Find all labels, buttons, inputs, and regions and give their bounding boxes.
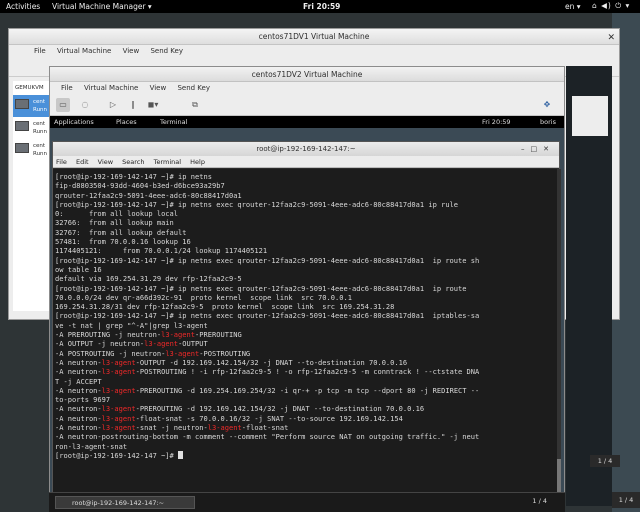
terminal-scrollbar[interactable] [557, 169, 561, 509]
menu-virtual-machine[interactable]: Virtual Machine [57, 47, 111, 55]
vm-window-1-menubar: File Virtual Machine View Send Key [9, 45, 619, 57]
monitor-icon [15, 99, 29, 109]
menu-terminal[interactable]: Terminal [154, 158, 181, 166]
terminal-line: 32767: from all lookup default [55, 227, 187, 237]
screenshot-icon[interactable]: ⧉ [188, 98, 202, 112]
vm-window-2-menubar: File Virtual Machine View Send Key [50, 82, 564, 94]
terminal-line: -A neutron-l3-agent-OUTPUT -d 192.169.14… [55, 357, 408, 367]
language-menu[interactable]: en ▾ [565, 2, 581, 11]
menu-view[interactable]: View [150, 84, 167, 92]
terminal-line: 32766: from all lookup main [55, 218, 174, 228]
close-icon[interactable]: ✕ [607, 30, 615, 46]
play-icon[interactable]: ▷ [106, 98, 120, 112]
terminal-line: -A neutron-l3-agent-float-snat -s 70.0.0… [55, 413, 403, 423]
terminal-title: root@ip-192-169-142-147:~ –□✕ [53, 142, 559, 156]
terminal-line: [root@ip-192-169-142-147 ~]# ip netns ex… [55, 199, 459, 209]
menu-send-key[interactable]: Send Key [177, 84, 210, 92]
activities-button[interactable]: Activities [6, 2, 40, 11]
clock[interactable]: Fri 20:59 [303, 2, 340, 11]
guest-clock: Fri 20:59 [482, 118, 511, 126]
terminal-line: qrouter-12faa2c9-5091-4eee-adc6-80c88417… [55, 190, 242, 200]
terminal-line: 57481: from 70.0.0.16 lookup 16 [55, 237, 191, 247]
terminal-line: to-ports 9697 [55, 395, 111, 405]
terminal-line: 70.0.0.0/24 dev qr-a66d392c-91 proto ker… [55, 292, 352, 302]
system-menu-icons[interactable]: ⌂ ◀) ⏻ ▾ [592, 1, 630, 11]
terminal-line: 169.254.31.28/31 dev rfp-12faa2c9-5 prot… [55, 302, 395, 312]
pause-icon[interactable]: ∥ [126, 98, 140, 112]
vm-window-3-panel [572, 96, 608, 136]
vm-window-1-title: centos71DV1 Virtual Machine ✕ [9, 29, 619, 45]
terminal-line: ron-l3-agent-snat [55, 441, 128, 451]
workspace-pager-side-2[interactable]: 1 / 4 [612, 492, 640, 508]
taskbar-task-label: root@ip-192-169-142-147:~ [72, 499, 165, 507]
window-controls[interactable]: –□✕ [521, 142, 555, 156]
fullscreen-icon[interactable]: ✥ [540, 98, 554, 112]
terminal-line: -A OUTPUT -j neutron-l3-agent-OUTPUT [55, 339, 208, 349]
menu-edit[interactable]: Edit [76, 158, 89, 166]
vm-window-1-title-text: centos71DV1 Virtual Machine [258, 32, 370, 41]
workspace-pager-side[interactable]: 1 / 4 [590, 455, 620, 467]
terminal-line: -A PREROUTING -j neutron-l3-agent-PREROU… [55, 330, 242, 340]
terminal-line: -A POSTROUTING -j neutron-l3-agent-POSTR… [55, 348, 251, 358]
guest-top-panel: Applications Places Terminal Fri 20:59 b… [50, 116, 564, 128]
terminal-title-text: root@ip-192-169-142-147:~ [256, 145, 356, 153]
terminal-line: -A neutron-l3-agent-PREROUTING -d 192.16… [55, 404, 425, 414]
terminal-line: 0: from all lookup local [55, 209, 179, 219]
terminal-line: fip-d8803504-93dd-4604-b3ed-d6bce93a29b7 [55, 181, 225, 191]
terminal-menubar: File Edit View Search Terminal Help [53, 156, 559, 168]
vm-window-2-title: centos71DV2 Virtual Machine [50, 67, 564, 82]
terminal-line: [root@ip-192-169-142-147 ~]# ip netns ex… [55, 311, 480, 321]
terminal-line: ve -t nat | grep "^-A"|grep l3-agent [55, 320, 208, 330]
details-icon[interactable]: ◌ [78, 98, 92, 112]
terminal-window: root@ip-192-169-142-147:~ –□✕ File Edit … [52, 141, 561, 511]
menu-file[interactable]: File [61, 84, 73, 92]
taskbar-terminal-task[interactable]: root@ip-192-169-142-147:~ [55, 496, 195, 509]
terminal-line: ow table 16 [55, 264, 102, 274]
terminal-cursor [178, 450, 184, 459]
guest-user[interactable]: boris [540, 116, 556, 128]
terminal-line: 1174405121: from 70.0.0.1/24 lookup 1174… [55, 246, 268, 256]
console-icon[interactable]: ▭ [56, 98, 70, 112]
terminal-line: [root@ip-192-169-142-147 ~]# [55, 450, 557, 460]
terminal-launcher[interactable]: Terminal [160, 116, 187, 128]
menu-send-key[interactable]: Send Key [150, 47, 183, 55]
terminal-line: -A neutron-l3-agent-snat -j neutron-l3-a… [55, 423, 289, 433]
terminal-line: T -j ACCEPT [55, 376, 102, 386]
vm-window-3-background [566, 66, 612, 506]
terminal-line: -A neutron-l3-agent-POSTROUTING ! -i rfp… [55, 367, 480, 377]
app-menu[interactable]: Virtual Machine Manager ▾ [52, 2, 152, 11]
applications-menu[interactable]: Applications [54, 116, 94, 128]
menu-view[interactable]: View [123, 47, 140, 55]
terminal-line: -A neutron-l3-agent-PREROUTING -d 169.25… [55, 385, 480, 395]
terminal-output[interactable]: [root@ip-192-169-142-147 ~]# ip netns fip… [53, 169, 557, 509]
power-icon[interactable]: ◼▾ [146, 98, 160, 112]
terminal-line: -A neutron-postrouting-bottom -m comment… [55, 432, 480, 442]
menu-file[interactable]: File [56, 158, 67, 166]
monitor-icon [15, 121, 29, 131]
vm-window-2-toolbar: ▭ ◌ ▷ ∥ ◼▾ ⧉ ✥ [50, 94, 564, 116]
terminal-line: [root@ip-192-169-142-147 ~]# ip netns [55, 172, 212, 181]
terminal-line: default via 169.254.31.29 dev rfp-12faa2… [55, 274, 242, 284]
gnome-top-bar: Activities Virtual Machine Manager ▾ Fri… [0, 0, 640, 13]
menu-view[interactable]: View [98, 158, 113, 166]
menu-virtual-machine[interactable]: Virtual Machine [84, 84, 138, 92]
terminal-line: [root@ip-192-169-142-147 ~]# ip netns ex… [55, 283, 467, 293]
guest-taskbar: root@ip-192-169-142-147:~ 1 / 4 [49, 492, 565, 512]
places-menu[interactable]: Places [116, 116, 137, 128]
workspace-pager[interactable]: 1 / 4 [532, 497, 547, 505]
monitor-icon [15, 143, 29, 153]
terminal-line: [root@ip-192-169-142-147 ~]# ip netns ex… [55, 255, 480, 265]
menu-file[interactable]: File [34, 47, 46, 55]
menu-help[interactable]: Help [190, 158, 205, 166]
menu-search[interactable]: Search [122, 158, 144, 166]
